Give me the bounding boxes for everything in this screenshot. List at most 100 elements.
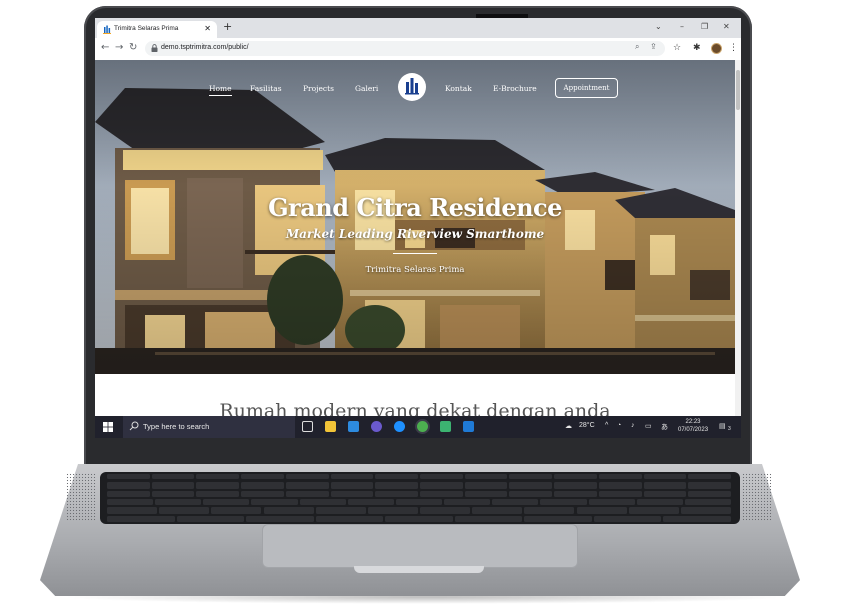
keyboard-key: [454, 515, 523, 522]
keyboard-key: [524, 507, 575, 514]
forward-arrow-icon[interactable]: →: [115, 42, 123, 54]
section-heading: Rumah modern yang dekat dengan anda: [219, 400, 611, 416]
battery-icon[interactable]: ▭: [645, 422, 652, 430]
scrollbar-thumb[interactable]: [736, 70, 740, 110]
keyboard-key: [540, 498, 587, 506]
keyboard-key: [315, 507, 366, 514]
nav-ebrochure[interactable]: E-Brochure: [493, 84, 537, 93]
keyboard-key: [159, 507, 210, 514]
keyboard-key: [554, 482, 597, 489]
left-speaker-grille: [66, 473, 96, 521]
file-explorer-icon[interactable]: [325, 421, 336, 432]
keyboard-key: [509, 482, 553, 489]
keyboard-key: [285, 490, 329, 498]
network-icon[interactable]: ◔: [617, 422, 621, 429]
close-window-button[interactable]: ✕: [723, 22, 730, 31]
nav-kontak[interactable]: Kontak: [445, 84, 472, 93]
terminal-icon[interactable]: [463, 421, 474, 432]
keyboard-key: [263, 507, 314, 514]
right-speaker-grille: [742, 473, 772, 521]
notification-count: 3: [728, 426, 731, 432]
keyboard-key: [299, 498, 346, 506]
search-icon: [129, 421, 139, 431]
hero-title: Grand Citra Residence: [268, 193, 562, 222]
task-view-icon[interactable]: [302, 421, 313, 432]
minimize-button[interactable]: –: [680, 22, 684, 31]
hero-company-name: Trimitra Selaras Prima: [365, 265, 465, 275]
keyboard-key: [598, 490, 642, 498]
keyboard-key: [211, 507, 262, 514]
keyboard-key: [107, 515, 175, 522]
keyboard-key: [251, 498, 298, 506]
keyboard-key: [593, 515, 662, 522]
new-tab-button[interactable]: +: [223, 21, 232, 33]
site-favicon-icon: [103, 25, 111, 34]
tab-search-icon[interactable]: ⌄: [655, 22, 662, 31]
laptop-screen: Trimitra Selaras Prima ✕ + ⌄ – ❐ ✕ ← → ↻…: [95, 18, 741, 438]
browser-tab[interactable]: Trimitra Selaras Prima ✕: [97, 21, 217, 38]
chrome-icon[interactable]: [417, 421, 428, 432]
maximize-button[interactable]: ❐: [701, 22, 708, 31]
vscode-icon[interactable]: [348, 421, 359, 432]
reload-icon[interactable]: ↻: [129, 42, 137, 54]
keyboard-key: [246, 515, 314, 522]
keyboard-key: [151, 482, 195, 489]
keyboard-key: [385, 515, 453, 522]
page-scrollbar[interactable]: [735, 60, 741, 416]
app-icon[interactable]: [371, 421, 382, 432]
keyboard-key: [643, 490, 687, 498]
keyboard-key: [347, 498, 394, 506]
content-section: Rumah modern yang dekat dengan anda: [95, 374, 735, 416]
browser-menu-icon[interactable]: ⋮: [729, 43, 738, 53]
back-arrow-icon[interactable]: ←: [101, 42, 109, 54]
weather-temp[interactable]: 28°C: [579, 422, 595, 429]
trackpad: [262, 524, 578, 568]
keyboard-key: [588, 498, 635, 506]
keyboard-key: [107, 474, 150, 479]
keyboard-key: [375, 474, 418, 479]
nav-home[interactable]: Home: [209, 84, 232, 96]
lid-opening-notch: [354, 566, 484, 573]
site-logo[interactable]: [398, 73, 426, 101]
language-icon[interactable]: あ: [661, 422, 668, 432]
keyboard-key: [107, 482, 150, 489]
clock-time: 22:23: [685, 419, 701, 425]
edge-icon[interactable]: [394, 421, 405, 432]
zoom-icon[interactable]: ⌕: [635, 42, 639, 52]
node-icon[interactable]: [440, 421, 451, 432]
keyboard-key: [151, 474, 195, 479]
keyboard-key: [688, 490, 731, 498]
tab-close-icon[interactable]: ✕: [204, 24, 211, 33]
nav-fasilitas[interactable]: Fasilitas: [250, 84, 282, 93]
keyboard-key: [472, 507, 523, 514]
nav-galeri[interactable]: Galeri: [355, 84, 378, 93]
taskbar-search-box[interactable]: Type here to search: [123, 416, 295, 438]
profile-avatar[interactable]: [711, 43, 722, 54]
appointment-button[interactable]: Appointment: [555, 78, 618, 98]
keyboard-key: [464, 474, 508, 479]
keyboard-key: [395, 498, 443, 506]
volume-icon[interactable]: ♪: [631, 422, 635, 429]
keyboard-key: [315, 515, 384, 522]
keyboard-key: [576, 507, 627, 514]
extensions-puzzle-icon[interactable]: ✱: [693, 43, 701, 53]
tray-overflow-icon[interactable]: ^: [605, 422, 608, 429]
keyboard-key: [598, 474, 642, 479]
keyboard-key: [330, 474, 374, 479]
lock-icon: [151, 44, 158, 52]
notification-icon[interactable]: ▤: [719, 422, 726, 430]
keyboard-key: [107, 507, 158, 514]
keyboard-key: [524, 515, 592, 522]
windows-start-icon[interactable]: [103, 422, 113, 432]
keyboard-key: [492, 498, 539, 506]
address-bar[interactable]: demo.tsptrimitra.com/public/ ⌕ ⇪: [145, 41, 665, 56]
bookmark-star-icon[interactable]: ☆: [673, 43, 681, 53]
keyboard-key: [680, 507, 731, 514]
nav-projects[interactable]: Projects: [303, 84, 334, 93]
system-clock[interactable]: 22:23 07/07/2023: [678, 418, 708, 434]
share-icon[interactable]: ⇪: [650, 42, 657, 51]
keyboard-key: [375, 490, 418, 498]
keyboard-key: [684, 498, 731, 506]
weather-icon[interactable]: ☁: [565, 422, 572, 430]
keyboard-key: [330, 490, 374, 498]
